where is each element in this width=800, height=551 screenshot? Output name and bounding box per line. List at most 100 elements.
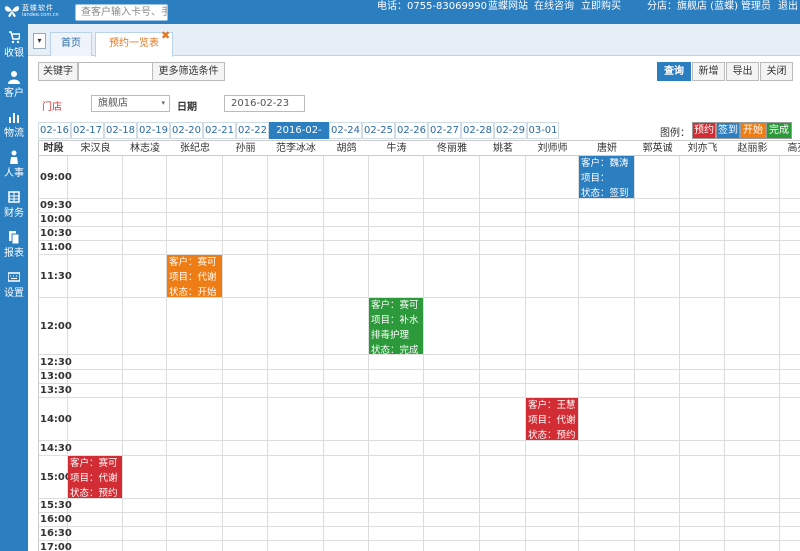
- schedule-cell[interactable]: [635, 499, 680, 513]
- schedule-cell[interactable]: [68, 370, 123, 384]
- schedule-cell[interactable]: [324, 513, 369, 527]
- keyword-input[interactable]: [78, 62, 153, 81]
- schedule-cell[interactable]: [268, 241, 324, 255]
- schedule-cell[interactable]: [268, 456, 324, 499]
- schedule-cell[interactable]: [635, 370, 680, 384]
- schedule-cell[interactable]: [268, 355, 324, 370]
- schedule-cell[interactable]: [480, 441, 526, 456]
- schedule-cell[interactable]: [526, 241, 579, 255]
- date-tab[interactable]: 02-16: [38, 122, 71, 139]
- schedule-cell[interactable]: [123, 456, 167, 499]
- schedule-cell[interactable]: [369, 355, 424, 370]
- schedule-cell[interactable]: [324, 355, 369, 370]
- schedule-cell[interactable]: [123, 441, 167, 456]
- schedule-cell[interactable]: [223, 199, 268, 213]
- schedule-cell[interactable]: [480, 355, 526, 370]
- schedule-cell[interactable]: [68, 255, 123, 298]
- schedule-cell[interactable]: [526, 227, 579, 241]
- schedule-cell[interactable]: [123, 355, 167, 370]
- schedule-cell[interactable]: [223, 241, 268, 255]
- schedule-cell[interactable]: [526, 255, 579, 298]
- schedule-cell[interactable]: [424, 298, 480, 355]
- schedule-cell[interactable]: [725, 355, 780, 370]
- date-tab[interactable]: 02-17: [71, 122, 104, 139]
- schedule-cell[interactable]: [725, 499, 780, 513]
- schedule-cell[interactable]: [780, 499, 800, 513]
- schedule-cell[interactable]: [68, 213, 123, 227]
- schedule-cell[interactable]: [480, 213, 526, 227]
- schedule-cell[interactable]: [123, 199, 167, 213]
- schedule-cell[interactable]: [123, 513, 167, 527]
- schedule-cell[interactable]: [268, 384, 324, 398]
- date-tab-selected[interactable]: 2016-02-23: [269, 122, 329, 151]
- schedule-cell[interactable]: [579, 298, 635, 355]
- date-tab[interactable]: 02-21: [203, 122, 236, 139]
- schedule-cell[interactable]: [424, 241, 480, 255]
- schedule-cell[interactable]: [480, 370, 526, 384]
- schedule-cell[interactable]: [780, 541, 800, 551]
- schedule-cell[interactable]: [68, 241, 123, 255]
- schedule-cell[interactable]: [424, 213, 480, 227]
- schedule-cell[interactable]: [268, 513, 324, 527]
- schedule-cell[interactable]: [480, 298, 526, 355]
- schedule-cell[interactable]: [369, 513, 424, 527]
- schedule-cell[interactable]: [324, 298, 369, 355]
- appointment-card[interactable]: 客户：王慧 项目：代谢 状态：预约: [526, 398, 578, 440]
- close-icon[interactable]: ✖: [161, 30, 170, 41]
- schedule-cell[interactable]: [579, 513, 635, 527]
- buy-now-link[interactable]: 立即购买: [581, 0, 621, 13]
- tab-menu-button[interactable]: ▾: [33, 33, 46, 49]
- schedule-cell[interactable]: [680, 513, 725, 527]
- schedule-cell[interactable]: [268, 541, 324, 551]
- schedule-cell[interactable]: [480, 499, 526, 513]
- schedule-cell[interactable]: [635, 227, 680, 241]
- schedule-cell[interactable]: [526, 456, 579, 499]
- schedule-cell[interactable]: [780, 513, 800, 527]
- sidebar-item-logistics[interactable]: 物流: [0, 108, 28, 144]
- schedule-cell[interactable]: [635, 241, 680, 255]
- schedule-cell[interactable]: [680, 241, 725, 255]
- schedule-cell[interactable]: [324, 370, 369, 384]
- schedule-cell[interactable]: [780, 227, 800, 241]
- schedule-cell[interactable]: [725, 241, 780, 255]
- schedule-cell[interactable]: [223, 441, 268, 456]
- schedule-cell[interactable]: [579, 255, 635, 298]
- schedule-cell[interactable]: [324, 255, 369, 298]
- schedule-cell[interactable]: [324, 441, 369, 456]
- schedule-cell[interactable]: [579, 541, 635, 551]
- schedule-cell[interactable]: [223, 541, 268, 551]
- schedule-cell[interactable]: [424, 456, 480, 499]
- schedule-cell[interactable]: [526, 213, 579, 227]
- schedule-cell[interactable]: [369, 499, 424, 513]
- schedule-cell[interactable]: [68, 398, 123, 441]
- schedule-cell[interactable]: [123, 384, 167, 398]
- schedule-cell[interactable]: [68, 227, 123, 241]
- schedule-cell[interactable]: [123, 241, 167, 255]
- schedule-cell[interactable]: [579, 227, 635, 241]
- schedule-cell[interactable]: [167, 298, 223, 355]
- schedule-cell[interactable]: [579, 213, 635, 227]
- schedule-cell[interactable]: [780, 241, 800, 255]
- schedule-cell[interactable]: [223, 156, 268, 199]
- sidebar-item-hr[interactable]: 人事: [0, 148, 28, 184]
- schedule-cell[interactable]: [268, 199, 324, 213]
- schedule-cell[interactable]: [424, 227, 480, 241]
- schedule-cell[interactable]: [424, 255, 480, 298]
- schedule-cell[interactable]: [167, 241, 223, 255]
- schedule-cell[interactable]: [780, 298, 800, 355]
- schedule-cell[interactable]: [480, 156, 526, 199]
- schedule-cell[interactable]: [579, 398, 635, 441]
- more-filters-button[interactable]: 更多筛选条件: [152, 62, 225, 81]
- brand-logo[interactable]: 蓝蝶软件 landee.com.cn: [4, 3, 64, 21]
- schedule-cell[interactable]: [268, 398, 324, 441]
- schedule-cell[interactable]: [424, 384, 480, 398]
- schedule-cell[interactable]: [424, 499, 480, 513]
- schedule-cell[interactable]: [680, 441, 725, 456]
- schedule-cell[interactable]: [725, 370, 780, 384]
- date-tab[interactable]: 02-24: [329, 122, 362, 139]
- schedule-cell[interactable]: [223, 513, 268, 527]
- schedule-cell[interactable]: [579, 499, 635, 513]
- schedule-cell[interactable]: [780, 527, 800, 541]
- schedule-cell[interactable]: [223, 499, 268, 513]
- date-tab[interactable]: 03-01: [527, 122, 559, 139]
